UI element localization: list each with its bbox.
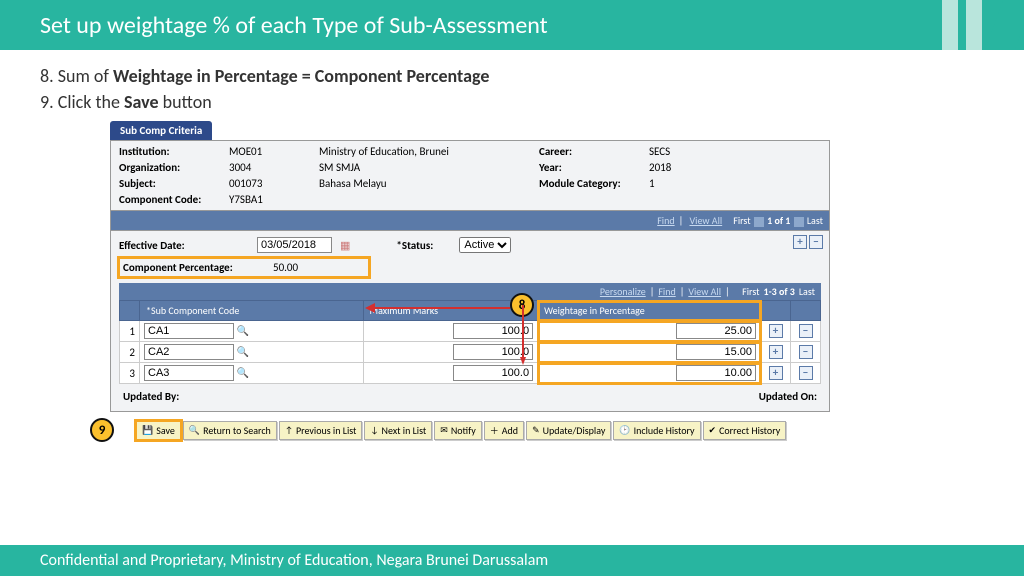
slide-header: Set up weightage % of each Type of Sub-A… — [0, 0, 1024, 50]
subcode-input[interactable] — [144, 344, 234, 360]
org-code: 3004 — [229, 161, 319, 174]
del-row-top[interactable]: − — [809, 235, 823, 249]
history-icon: 🕑 — [619, 425, 630, 436]
save-icon: 💾 — [142, 425, 153, 436]
org-label: Organization: — [119, 161, 229, 174]
compcode-label: Component Code: — [119, 193, 229, 206]
step-8: 8. Sum of Weightage in Percentage = Comp… — [40, 65, 984, 87]
tab-sub-comp-criteria[interactable]: Sub Comp Criteria — [110, 121, 212, 140]
lookup-icon[interactable]: 🔍 — [237, 345, 249, 358]
row-add-button[interactable]: + — [769, 345, 783, 359]
grid-find-link[interactable]: Find — [658, 285, 675, 298]
first-label: First — [733, 214, 750, 227]
record-pos: 1 of 1 — [767, 214, 790, 227]
slide-title: Set up weightage % of each Type of Sub-A… — [0, 11, 548, 40]
status-select[interactable]: Active — [459, 237, 511, 253]
row-add-button[interactable]: + — [769, 324, 783, 338]
institution-label: Institution: — [119, 145, 229, 158]
weightage-input[interactable] — [676, 344, 756, 360]
status-label: *Status: — [396, 239, 451, 252]
subcode-input[interactable] — [144, 365, 234, 381]
modcat-value: 1 — [649, 177, 729, 190]
correct-icon: ✔ — [709, 425, 717, 436]
update-button[interactable]: ✎Update/Display — [526, 421, 611, 440]
weightage-input[interactable] — [676, 365, 756, 381]
button-bar: 9 💾Save 🔍Return to Search ↑Previous in L… — [110, 418, 984, 442]
institution-name: Ministry of Education, Brunei — [319, 145, 539, 158]
save-button[interactable]: 💾Save — [136, 421, 181, 440]
down-icon: ↓ — [370, 425, 378, 436]
maxmarks-input[interactable] — [453, 344, 533, 360]
find-link[interactable]: Find — [657, 214, 674, 227]
org-name: SM SMJA — [319, 161, 539, 174]
return-button[interactable]: 🔍Return to Search — [183, 421, 277, 440]
callout-8: 8 — [510, 293, 534, 317]
notify-icon: ✉ — [440, 425, 448, 436]
update-icon: ✎ — [532, 425, 540, 436]
next-icon[interactable] — [794, 217, 804, 227]
calendar-icon[interactable]: ▦ — [340, 239, 350, 252]
personalize-link[interactable]: Personalize — [600, 285, 646, 298]
comppct-value: 50.00 — [273, 261, 298, 274]
weightage-input[interactable] — [676, 323, 756, 339]
correct-history-button[interactable]: ✔Correct History — [703, 421, 787, 440]
table-row: 1 🔍+− — [120, 321, 821, 342]
row-add-button[interactable]: + — [769, 366, 783, 380]
col-sub-code[interactable]: *Sub Component Code — [140, 301, 364, 321]
component-percentage-row: Component Percentage: 50.00 — [119, 258, 369, 277]
row-del-button[interactable]: − — [799, 366, 813, 380]
prev-list-button[interactable]: ↑Previous in List — [279, 421, 363, 440]
lookup-icon[interactable]: 🔍 — [237, 324, 249, 337]
last-label: Last — [807, 214, 823, 227]
updated-on-label: Updated On: — [759, 390, 817, 403]
compcode-value: Y7SBA1 — [229, 193, 319, 206]
grid-nav-bar: Personalize| Find| View All| First 1-3 o… — [119, 283, 821, 300]
subcomponent-grid: *Sub Component Code Maximum Marks Weight… — [119, 300, 821, 384]
prev-icon[interactable] — [754, 217, 764, 227]
subject-name: Bahasa Melayu — [319, 177, 539, 190]
row-del-button[interactable]: − — [799, 345, 813, 359]
include-history-button[interactable]: 🕑Include History — [613, 421, 700, 440]
grid-viewall-link[interactable]: View All — [688, 285, 721, 298]
row-del-button[interactable]: − — [799, 324, 813, 338]
year-label: Year: — [539, 161, 649, 174]
col-weightage[interactable]: Weightage in Percentage — [538, 301, 761, 321]
add-row-top[interactable]: + — [793, 235, 807, 249]
search-icon: 🔍 — [189, 425, 200, 436]
table-row: 2 🔍+− — [120, 342, 821, 363]
effdate-input[interactable] — [257, 237, 332, 253]
subject-code: 001073 — [229, 177, 319, 190]
step-9: 9. Click the Save button — [40, 91, 984, 113]
record-nav-bar: Find| View All First 1 of 1 Last — [110, 211, 830, 231]
table-row: 3 🔍+− — [120, 363, 821, 384]
institution-code: MOE01 — [229, 145, 319, 158]
app-screenshot: Sub Comp Criteria Institution: MOE01 Min… — [110, 121, 830, 412]
comppct-label: Component Percentage: — [123, 261, 273, 274]
subject-label: Subject: — [119, 177, 229, 190]
header-accent — [934, 0, 1024, 50]
up-icon: ↑ — [285, 425, 293, 436]
year-value: 2018 — [649, 161, 729, 174]
subcode-input[interactable] — [144, 323, 234, 339]
viewall-link[interactable]: View All — [689, 214, 722, 227]
lookup-icon[interactable]: 🔍 — [237, 366, 249, 379]
updated-by-label: Updated By: — [123, 390, 179, 403]
maxmarks-input[interactable] — [453, 323, 533, 339]
maxmarks-input[interactable] — [453, 365, 533, 381]
slide-footer: Confidential and Proprietary, Ministry o… — [0, 545, 1024, 576]
notify-button[interactable]: ✉Notify — [434, 421, 481, 440]
effdate-label: Effective Date: — [119, 239, 249, 252]
modcat-label: Module Category: — [539, 177, 649, 190]
career-label: Career: — [539, 145, 649, 158]
next-list-button[interactable]: ↓Next in List — [364, 421, 432, 440]
callout-9: 9 — [90, 418, 114, 442]
subform: + − Effective Date: ▦ *Status: Active Co… — [110, 231, 830, 412]
career-value: SECS — [649, 145, 729, 158]
grid-pos: 1-3 of 3 — [764, 285, 795, 298]
add-icon: ＋ — [490, 424, 499, 437]
info-panel: Institution: MOE01 Ministry of Education… — [110, 140, 830, 211]
slide-content: 8. Sum of Weightage in Percentage = Comp… — [0, 50, 1024, 442]
add-button[interactable]: ＋Add — [484, 421, 524, 440]
